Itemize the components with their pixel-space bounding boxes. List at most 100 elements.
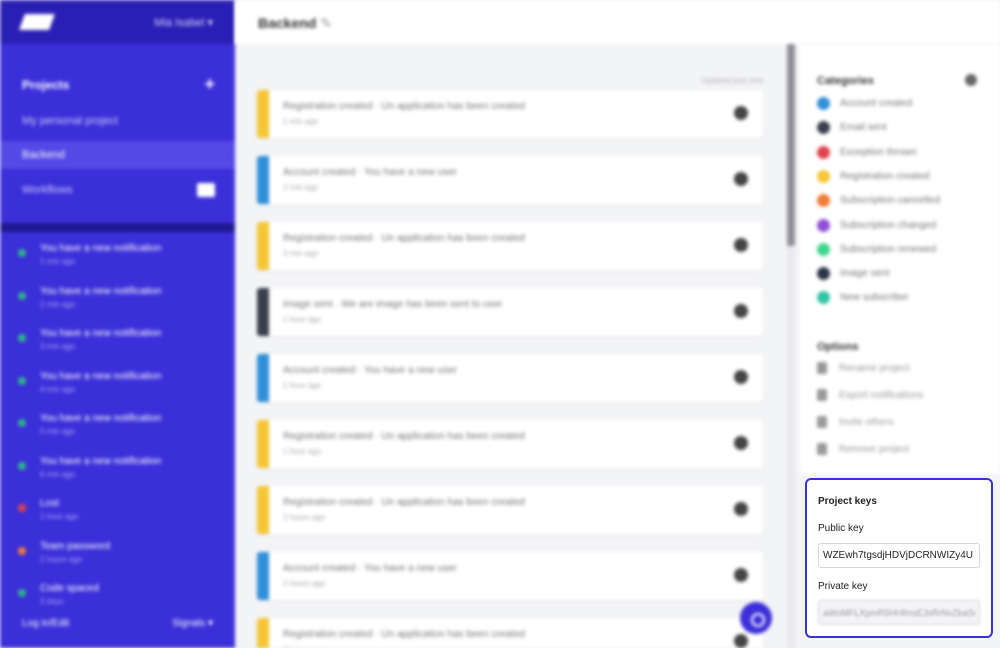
gear-icon[interactable] bbox=[965, 74, 977, 86]
category-color-bar bbox=[257, 354, 269, 402]
notification-title: Code spaced bbox=[40, 583, 99, 594]
notification-item[interactable]: You have a new notification 3 min ago bbox=[0, 317, 235, 360]
category-item[interactable]: Email sent bbox=[817, 121, 887, 135]
notification-title: You have a new notification bbox=[40, 413, 162, 424]
category-color-bar bbox=[257, 90, 269, 138]
scrollbar[interactable] bbox=[787, 44, 795, 648]
sidebar: Mia Isabel ▾ Projects + My personal proj… bbox=[0, 0, 235, 648]
status-dot bbox=[18, 376, 26, 385]
notification-time: 1 min ago bbox=[40, 257, 76, 266]
event-card[interactable]: Account created · You have a new user 2 h… bbox=[257, 552, 763, 600]
eye-icon[interactable] bbox=[734, 634, 748, 648]
eye-icon[interactable] bbox=[734, 436, 748, 450]
logo[interactable] bbox=[19, 14, 55, 30]
event-card[interactable]: Account created · You have a new user 2 m… bbox=[257, 156, 763, 204]
event-time: 1 hour ago bbox=[283, 315, 322, 324]
eye-icon[interactable] bbox=[734, 568, 748, 582]
event-text: Image sent · We are image has been sent … bbox=[283, 299, 503, 310]
page-title-text: Backend bbox=[258, 15, 317, 31]
category-color-bar bbox=[257, 486, 269, 534]
category-item[interactable]: Subscription renewed bbox=[817, 242, 936, 256]
sidebar-item-personal-project[interactable]: My personal project bbox=[0, 95, 235, 127]
category-label: Subscription changed bbox=[840, 219, 937, 231]
edit-icon[interactable]: ✎ bbox=[320, 15, 332, 31]
scrollbar-thumb[interactable] bbox=[787, 44, 795, 246]
notification-item[interactable]: You have a new notification 5 min ago bbox=[0, 402, 235, 445]
eye-icon[interactable] bbox=[734, 172, 748, 186]
notification-item[interactable]: You have a new notification 6 min ago bbox=[0, 445, 235, 488]
status-dot bbox=[18, 589, 26, 597]
notification-time: 3 min ago bbox=[40, 342, 76, 351]
private-key-field[interactable] bbox=[818, 600, 980, 625]
category-color-bar bbox=[257, 156, 269, 204]
footer-left-link[interactable]: Log in/Edit bbox=[22, 618, 69, 648]
eye-icon[interactable] bbox=[734, 106, 748, 120]
notification-title: You have a new notification bbox=[40, 285, 162, 297]
category-item[interactable]: Exception thrown bbox=[817, 145, 917, 159]
footer-right-link[interactable]: Signals ▾ bbox=[172, 618, 213, 648]
option-item[interactable]: Export notifications bbox=[817, 389, 924, 401]
event-time: 1 hour ago bbox=[283, 381, 322, 390]
notification-item[interactable]: Team password 2 hours ago bbox=[0, 530, 235, 573]
event-card[interactable]: Registration created · Un application ha… bbox=[257, 486, 763, 534]
category-item[interactable]: Image sent bbox=[817, 267, 889, 281]
category-label: Account created bbox=[840, 98, 913, 109]
event-card[interactable]: Registration created · Un application ha… bbox=[257, 90, 763, 138]
event-card[interactable]: Account created · You have a new user 1 h… bbox=[257, 354, 763, 402]
category-color-icon bbox=[817, 121, 830, 135]
workflows-label: Workflows bbox=[22, 184, 73, 196]
event-card[interactable]: Image sent · We are image has been sent … bbox=[257, 288, 763, 336]
notification-item[interactable]: Lost 1 hour ago bbox=[0, 487, 235, 530]
sidebar-footer: Log in/Edit Signals ▾ bbox=[0, 600, 235, 648]
notification-item[interactable]: You have a new notification 1 min ago bbox=[0, 232, 235, 275]
main-header: Backend ✎ bbox=[235, 0, 1000, 44]
page-title[interactable]: Backend ✎ bbox=[258, 15, 332, 32]
user-menu[interactable]: Mia Isabel ▾ bbox=[154, 16, 213, 29]
options-title: Options bbox=[817, 341, 859, 353]
notification-item[interactable]: You have a new notification 4 min ago bbox=[0, 360, 235, 403]
option-item[interactable]: Rename project bbox=[817, 362, 910, 374]
option-label: Export notifications bbox=[839, 389, 924, 401]
event-card[interactable]: Registration created · Un application ha… bbox=[257, 222, 763, 270]
notification-title: Team password bbox=[40, 540, 111, 552]
private-key-label: Private key bbox=[818, 581, 868, 592]
event-time: 2 hours ago bbox=[283, 513, 326, 522]
status-dot bbox=[18, 334, 26, 342]
status-dot bbox=[18, 419, 26, 427]
notification-item[interactable]: You have a new notification 2 min ago bbox=[0, 275, 235, 318]
category-color-bar bbox=[257, 552, 269, 600]
notification-time: 2 hours ago bbox=[40, 554, 83, 564]
sidebar-item-workflows[interactable]: Workflows bbox=[0, 169, 235, 197]
projects-label: Projects bbox=[22, 77, 70, 92]
event-card[interactable]: Registration created · Un application ha… bbox=[257, 420, 763, 468]
option-item[interactable]: Remove project bbox=[817, 443, 909, 455]
status-dot bbox=[18, 461, 26, 470]
status-dot bbox=[18, 291, 26, 300]
category-item[interactable]: Subscription cancelled bbox=[817, 194, 940, 208]
fab-button[interactable] bbox=[740, 602, 772, 634]
category-item[interactable]: Registration created bbox=[817, 169, 930, 183]
notification-title: You have a new notification bbox=[40, 328, 162, 339]
event-text: Registration created · Un application ha… bbox=[283, 101, 525, 112]
category-label: Exception thrown bbox=[840, 146, 917, 158]
category-item[interactable]: Account created bbox=[817, 97, 912, 110]
eye-icon[interactable] bbox=[734, 502, 748, 516]
notification-title: You have a new notification bbox=[40, 243, 162, 254]
event-text: Account created · You have a new user bbox=[283, 563, 458, 574]
category-item[interactable]: Subscription changed bbox=[817, 218, 937, 232]
sidebar-item-current-project[interactable]: Backend bbox=[0, 141, 235, 169]
category-color-bar bbox=[257, 618, 269, 648]
category-item[interactable]: New subscriber bbox=[817, 291, 909, 305]
eye-icon[interactable] bbox=[734, 304, 748, 318]
eye-icon[interactable] bbox=[734, 238, 748, 252]
notification-title: You have a new notification bbox=[40, 370, 162, 382]
right-panel: Categories Account created Email sent Exce… bbox=[800, 44, 1000, 474]
public-key-field[interactable] bbox=[818, 543, 980, 568]
notification-time: 2 min ago bbox=[40, 299, 76, 309]
category-color-icon bbox=[817, 267, 830, 281]
eye-icon[interactable] bbox=[734, 370, 748, 384]
option-item[interactable]: Invite others bbox=[817, 416, 893, 428]
event-card[interactable]: Registration created · Un application ha… bbox=[257, 618, 763, 648]
categories-title: Categories bbox=[817, 75, 874, 87]
plus-icon[interactable]: + bbox=[204, 74, 215, 95]
